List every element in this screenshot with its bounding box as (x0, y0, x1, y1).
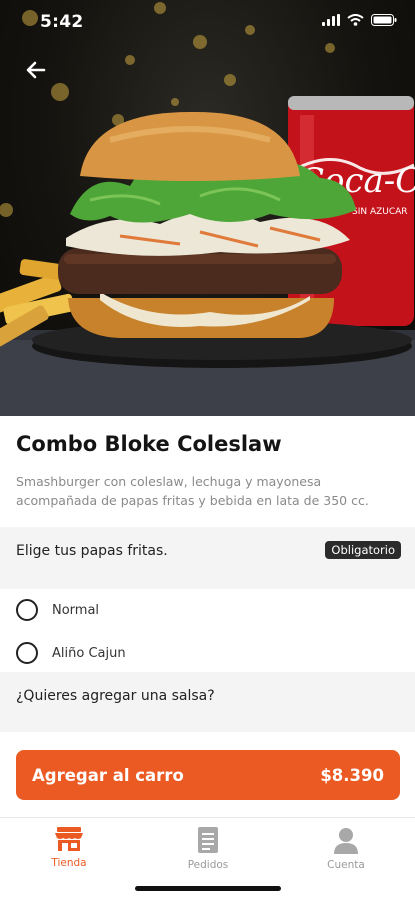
signal-icon (322, 14, 340, 26)
tab-label: Cuenta (327, 859, 365, 871)
option-label: Normal (52, 602, 100, 618)
status-icons (322, 14, 397, 26)
status-bar: 5:42 (0, 0, 415, 44)
home-indicator (135, 886, 281, 891)
product-title: Combo Bloke Coleslaw (16, 432, 282, 456)
required-badge: Obligatorio (325, 541, 401, 559)
sauce-section-header[interactable]: ¿Quieres agregar una salsa? (0, 672, 415, 732)
tab-store[interactable]: Tienda (19, 826, 119, 869)
fries-section-header: Elige tus papas fritas. Obligatorio (0, 527, 415, 589)
tab-account[interactable]: Cuenta (296, 826, 396, 871)
sauce-section-label: ¿Quieres agregar una salsa? (16, 688, 215, 704)
fries-option-normal[interactable]: Normal (16, 592, 396, 628)
option-label: Aliño Cajun (52, 645, 126, 661)
fries-section-label: Elige tus papas fritas. (16, 543, 168, 559)
store-icon (55, 827, 83, 851)
account-icon (334, 828, 358, 854)
battery-icon (371, 14, 397, 26)
status-time: 5:42 (40, 12, 84, 32)
tab-label: Tienda (51, 857, 87, 869)
wifi-icon (347, 14, 364, 26)
add-to-cart-button[interactable]: Agregar al carro $8.390 (16, 750, 400, 800)
back-button[interactable] (20, 54, 52, 86)
tab-label: Pedidos (187, 859, 229, 871)
orders-icon (198, 827, 218, 853)
price-label: $8.390 (320, 765, 384, 785)
product-image: Coca-Cola SIN AZUCAR (0, 0, 415, 416)
svg-text:SIN AZUCAR: SIN AZUCAR (352, 207, 408, 217)
radio-button[interactable] (16, 599, 38, 621)
arrow-left-icon (26, 61, 46, 79)
add-to-cart-label: Agregar al carro (32, 765, 184, 785)
product-description: Smashburger con coleslaw, lechuga y mayo… (16, 474, 369, 508)
fries-option-cajun[interactable]: Aliño Cajun (16, 635, 396, 671)
radio-button[interactable] (16, 642, 38, 664)
tab-orders[interactable]: Pedidos (158, 826, 258, 871)
